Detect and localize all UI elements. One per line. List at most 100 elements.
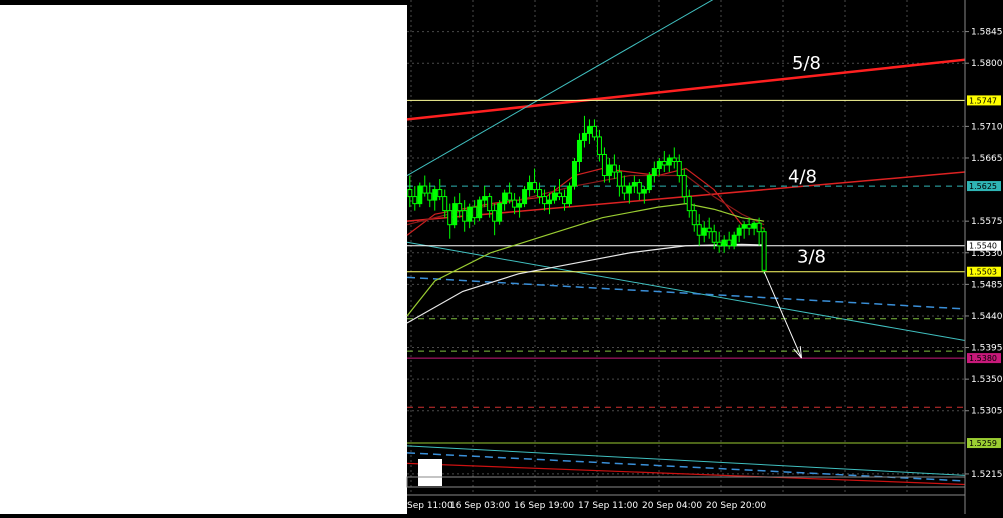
candle-body (706, 227, 712, 233)
price-badge-label: 1.5259 (969, 439, 997, 448)
candle-body (447, 210, 453, 226)
murrey-label: 5/8 (792, 53, 821, 74)
candle-body (721, 239, 727, 247)
candle-body (626, 185, 632, 194)
price-badge-label: 1.5380 (969, 354, 997, 363)
candle-body (631, 182, 637, 187)
price-badge: 1.5259 (967, 438, 1001, 449)
candle-body (432, 189, 438, 201)
candle-body (472, 206, 478, 219)
candle-body (561, 196, 567, 205)
candle-body (517, 203, 523, 208)
candle-body (636, 182, 642, 194)
price-badge: 1.5625 (967, 181, 1001, 192)
price-badge-label: 1.5503 (969, 268, 997, 277)
price-tick-label: 1.5665 (971, 154, 1003, 164)
price-badge: 1.5503 (967, 266, 1001, 277)
price-tick-label: 1.5215 (971, 470, 1003, 480)
candle-body (477, 199, 483, 219)
candle-body (686, 196, 692, 212)
white-marker-box (418, 459, 442, 486)
candle-body (482, 196, 488, 201)
candle-body (761, 231, 767, 271)
candle (522, 186, 528, 208)
candle-body (412, 196, 418, 205)
price-tick-label: 1.5350 (971, 375, 1003, 385)
candle (566, 182, 572, 208)
candle-body (696, 224, 702, 236)
candle-body (542, 196, 548, 205)
price-tick-label: 1.5485 (971, 280, 1003, 290)
chart-svg: 5/8 4/8 3/8 1.5845 1.5800 1.5710 1.5665 1.5575… (406, 0, 1003, 514)
candle-body (741, 224, 747, 229)
price-tick-label: 1.5845 (971, 28, 1003, 38)
candle-body (547, 199, 553, 205)
candle-body (467, 206, 473, 222)
candle-body (522, 189, 528, 205)
murrey-label: 4/8 (788, 167, 817, 188)
candle-body (616, 171, 622, 187)
candle-body (681, 175, 687, 198)
price-chart[interactable]: 5/8 4/8 3/8 1.5845 1.5800 1.5710 1.5665 1.5575… (0, 0, 1003, 514)
price-badge: 1.5540 (967, 240, 1001, 251)
price-badge-label: 1.5747 (969, 96, 997, 105)
candle-body (621, 185, 627, 194)
candle-body (701, 227, 707, 236)
candle-body (512, 199, 518, 208)
candle (761, 228, 767, 274)
candle-body (427, 192, 433, 201)
time-tick-label: Sep 11:00 (407, 501, 453, 511)
murrey-label: 3/8 (797, 247, 826, 268)
chart-background (407, 0, 1003, 514)
candle-body (591, 125, 597, 138)
candle-body (407, 189, 413, 198)
candle (646, 172, 652, 194)
candle-body (552, 192, 558, 201)
candle-body (442, 196, 448, 212)
price-tick-label: 1.5305 (971, 407, 1003, 417)
candle-body (527, 182, 533, 191)
time-tick-label: 17 Sep 11:00 (578, 501, 638, 511)
candle-body (736, 227, 742, 236)
candle-body (676, 160, 682, 177)
candle-body (606, 164, 612, 177)
candle-body (487, 196, 493, 212)
candle-body (716, 241, 722, 247)
price-badge: 1.5380 (967, 353, 1001, 364)
candle-body (437, 189, 443, 198)
candle-body (601, 153, 607, 177)
candle-body (711, 231, 717, 243)
candle-body (492, 210, 498, 222)
candle-body (731, 234, 737, 247)
candle-body (581, 132, 587, 141)
candle-body (557, 192, 563, 198)
candle-body (641, 189, 647, 194)
candle-body (746, 224, 752, 229)
candle-body (651, 168, 657, 177)
candle-body (726, 239, 732, 247)
time-axis: Sep 11:0016 Sep 03:00 16 Sep 19:00 17 Sep … (407, 501, 766, 511)
price-badge-label: 1.5540 (969, 242, 997, 251)
candle (497, 200, 503, 225)
price-badge-label: 1.5625 (969, 182, 997, 191)
candle (571, 157, 577, 190)
candle-body (646, 175, 652, 191)
candle-body (586, 125, 592, 134)
candle-body (417, 185, 423, 205)
candle-body (507, 192, 513, 201)
candle-body (457, 203, 463, 212)
candle-body (571, 160, 577, 187)
candle (417, 182, 423, 208)
candle-body (576, 139, 582, 162)
candle-body (751, 222, 757, 229)
price-tick-label: 1.5800 (971, 59, 1003, 69)
candle (477, 196, 483, 222)
price-tick-label: 1.5440 (971, 312, 1003, 322)
candle-body (691, 210, 697, 226)
candle-body (532, 182, 538, 191)
time-tick-label: 16 Sep 19:00 (514, 501, 574, 511)
candle-body (537, 189, 543, 198)
candle-body (502, 192, 508, 205)
candle-body (596, 136, 602, 155)
candle-body (452, 203, 458, 226)
